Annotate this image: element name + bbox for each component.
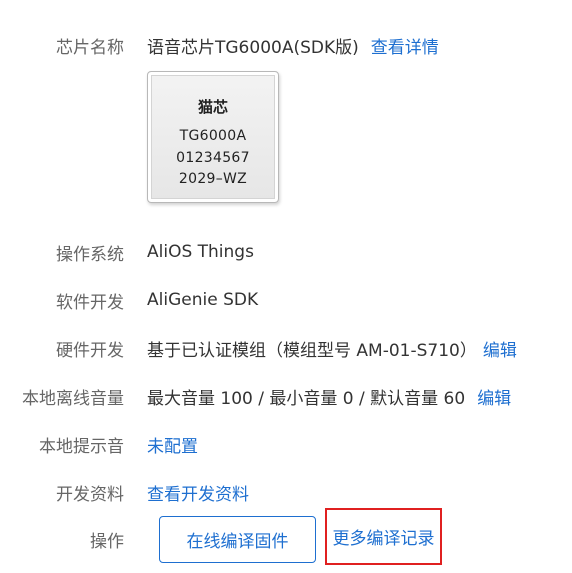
prompt-tone-config-link[interactable]: 未配置 xyxy=(147,432,198,457)
chip-date-code-text: 2029–WZ xyxy=(178,171,248,187)
hardware-label: 硬件开发 xyxy=(56,340,124,361)
volume-label: 本地离线音量 xyxy=(22,388,124,409)
actions-label: 操作 xyxy=(90,531,124,552)
software-value: AliGenie SDK xyxy=(147,290,259,310)
compile-firmware-button[interactable]: 在线编译固件 xyxy=(159,516,316,563)
os-row: 操作系统 AliOS Things xyxy=(0,237,572,267)
chip-brand-text: 猫芯 xyxy=(197,98,228,116)
prompt-tone-row: 本地提示音 未配置 xyxy=(0,429,572,459)
os-value: AliOS Things xyxy=(147,242,254,262)
volume-row: 本地离线音量 最大音量 100 / 最小音量 0 / 默认音量 60 编辑 xyxy=(0,381,572,411)
chip-name-label: 芯片名称 xyxy=(56,37,124,58)
chip-name-row: 芯片名称 语音芯片TG6000A(SDK版) 查看详情 xyxy=(0,30,572,60)
hardware-row: 硬件开发 基于已认证模组（模组型号 AM-01-S710） 编辑 xyxy=(0,333,572,363)
os-label: 操作系统 xyxy=(56,244,124,265)
chip-name-value: 语音芯片TG6000A(SDK版) xyxy=(147,37,359,58)
software-label: 软件开发 xyxy=(56,292,124,313)
volume-edit-link[interactable]: 编辑 xyxy=(477,384,511,409)
hardware-edit-link[interactable]: 编辑 xyxy=(483,336,517,361)
chip-serial-text: 01234567 xyxy=(176,150,250,166)
more-compile-records-link[interactable]: 更多编译记录 xyxy=(325,508,442,565)
hardware-value: 基于已认证模组（模组型号 AM-01-S710） xyxy=(147,340,477,361)
chip-model-text: TG6000A xyxy=(179,128,247,144)
view-details-link[interactable]: 查看详情 xyxy=(371,33,439,58)
dev-docs-link[interactable]: 查看开发资料 xyxy=(147,480,249,505)
dev-docs-row: 开发资料 查看开发资料 xyxy=(0,477,572,507)
chip-image: 猫芯 TG6000A 01234567 2029–WZ xyxy=(147,71,279,203)
dev-docs-label: 开发资料 xyxy=(56,484,124,505)
volume-value: 最大音量 100 / 最小音量 0 / 默认音量 60 xyxy=(147,388,466,409)
software-row: 软件开发 AliGenie SDK xyxy=(0,285,572,315)
prompt-tone-label: 本地提示音 xyxy=(39,436,124,457)
